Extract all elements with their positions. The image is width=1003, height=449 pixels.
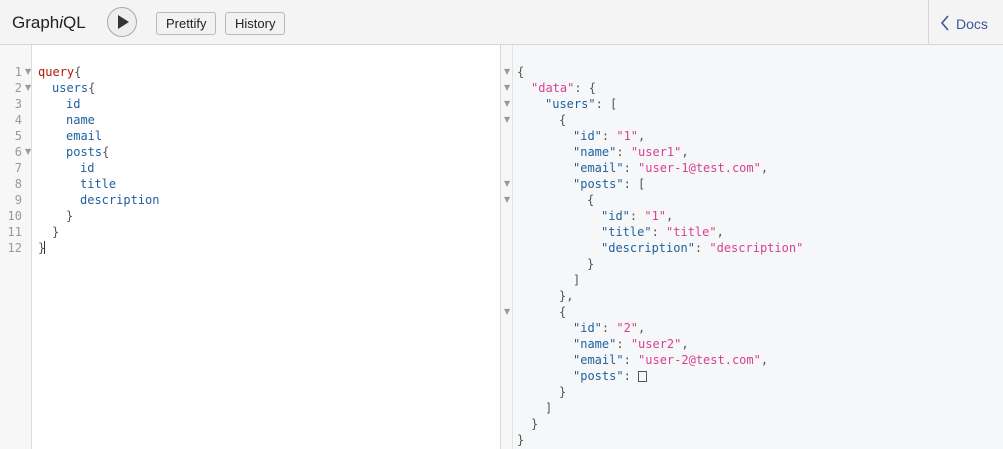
json-line: "posts": [ [573, 177, 646, 191]
json-line: "users": [ [545, 97, 618, 111]
text-cursor [44, 241, 46, 254]
code-line: name [66, 113, 95, 127]
result-viewer[interactable]: ▼ ▼ ▼ ▼ ▼ ▼ ▼ { "data": { "users": [ { "… [501, 45, 1003, 449]
fold-arrow-icon[interactable]: ▼ [25, 144, 31, 160]
line-number: 12 [7, 241, 22, 255]
code-line: } [52, 225, 60, 239]
line-number: 3 [14, 97, 22, 111]
code-line: query{ [38, 65, 82, 79]
history-button[interactable]: History [225, 12, 286, 35]
fold-arrow-icon[interactable]: ▼ [504, 176, 510, 192]
toolbar: GraphiQL Prettify History Docs [0, 0, 1003, 45]
line-number: 6 [14, 145, 22, 159]
line-number: 4 [14, 113, 22, 127]
json-line: "id": "1", [601, 209, 674, 223]
json-line: }, [559, 289, 574, 303]
json-line: "email": "user-1@test.com", [573, 161, 769, 175]
line-number: 11 [7, 225, 22, 239]
line-number: 10 [7, 209, 22, 223]
code-line: title [80, 177, 117, 191]
empty-array-icon [638, 371, 648, 382]
line-number: 5 [14, 129, 22, 143]
json-line: "title": "title", [601, 225, 724, 239]
play-icon [118, 15, 129, 29]
fold-arrow-icon[interactable]: ▼ [25, 64, 31, 80]
json-line: { [587, 193, 595, 207]
code-line: posts{ [66, 145, 110, 159]
code-line: } [66, 209, 74, 223]
code-line: id [80, 161, 95, 175]
json-line: "email": "user-2@test.com", [573, 353, 769, 367]
fold-arrow-icon[interactable]: ▼ [504, 80, 510, 96]
json-line: "name": "user2", [573, 337, 689, 351]
json-line: } [587, 257, 595, 271]
line-number: 1 [14, 65, 22, 79]
json-line: } [531, 417, 539, 431]
json-line: "posts": [573, 368, 648, 384]
code-line: description [80, 193, 160, 207]
fold-arrow-icon[interactable]: ▼ [504, 304, 510, 320]
json-line: } [517, 433, 525, 447]
chevron-left-icon [940, 15, 949, 31]
docs-button[interactable]: Docs [928, 0, 1003, 44]
line-number: 9 [14, 193, 22, 207]
json-line: "description": "description" [601, 241, 804, 255]
json-line: { [559, 113, 567, 127]
code-line: users{ [52, 81, 96, 95]
query-editor[interactable]: 1 2 3 4 5 6 7 8 9 10 11 12 ▼ ▼ ▼ query{ … [0, 45, 501, 449]
line-number: 7 [14, 161, 22, 175]
execute-query-button[interactable] [107, 7, 137, 37]
app-title: GraphiQL [12, 13, 86, 32]
line-number: 2 [14, 81, 22, 95]
json-line: ] [573, 273, 581, 287]
json-line: ] [545, 401, 553, 415]
code-line: } [38, 241, 46, 255]
fold-arrow-icon[interactable]: ▼ [504, 112, 510, 128]
json-line: } [559, 385, 567, 399]
fold-arrow-icon[interactable]: ▼ [25, 80, 31, 96]
code-line: id [66, 97, 81, 111]
prettify-button[interactable]: Prettify [156, 12, 217, 35]
docs-label: Docs [956, 16, 988, 32]
line-number: 8 [14, 177, 22, 191]
fold-arrow-icon[interactable]: ▼ [504, 192, 510, 208]
json-line: { [517, 65, 525, 79]
json-line: "id": "2", [573, 321, 646, 335]
json-line: "id": "1", [573, 129, 646, 143]
fold-arrow-icon[interactable]: ▼ [504, 96, 510, 112]
code-line: email [66, 129, 103, 143]
json-line: "data": { [531, 81, 597, 95]
json-line: { [559, 305, 567, 319]
json-line: "name": "user1", [573, 145, 689, 159]
fold-arrow-icon[interactable]: ▼ [504, 64, 510, 80]
